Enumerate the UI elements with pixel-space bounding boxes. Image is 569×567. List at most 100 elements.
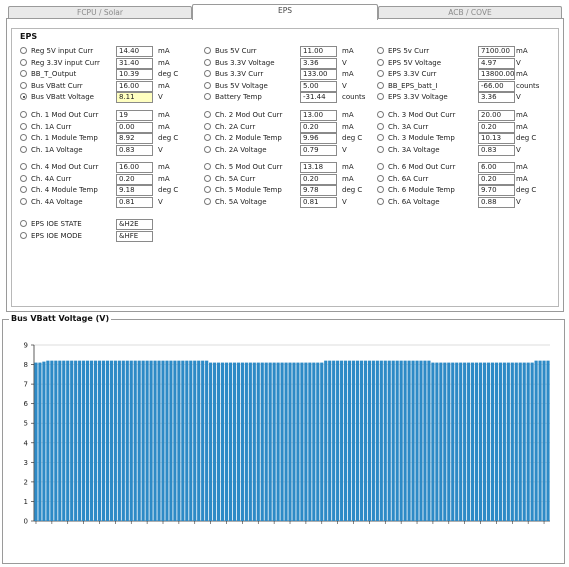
telemetry-value-field: 16.00 — [116, 162, 153, 173]
telemetry-label: Ch. 1 Module Temp — [31, 134, 98, 142]
chart-bar — [264, 362, 268, 521]
radio-button[interactable] — [20, 93, 27, 100]
telemetry-row[interactable]: Ch. 1A Voltage 0.83 V — [20, 144, 210, 156]
telemetry-row[interactable]: EPS IOE MODE &HFE — [20, 230, 210, 242]
radio-button[interactable] — [204, 70, 211, 77]
radio-button[interactable] — [204, 81, 211, 89]
telemetry-row[interactable]: Ch. 2 Module Temp 9.96 deg C — [204, 133, 394, 144]
y-tick-label: 3 — [24, 459, 28, 467]
telemetry-unit: V — [516, 58, 521, 67]
chart-bar — [224, 362, 229, 521]
telemetry-row[interactable]: Bus 3.3V Curr 133.00 mA — [204, 69, 394, 80]
telemetry-row[interactable]: Ch. 5 Module Temp 9.78 deg C — [204, 185, 394, 196]
chart-bar — [347, 360, 352, 521]
telemetry-row[interactable]: Bus 3.3V Voltage 3.36 V — [204, 57, 394, 69]
telemetry-row[interactable]: Ch. 6 Mod Out Curr 6.00 mA — [377, 162, 567, 173]
radio-button[interactable] — [377, 111, 384, 118]
radio-button[interactable] — [377, 134, 384, 141]
radio-button[interactable] — [204, 47, 211, 54]
radio-button[interactable] — [204, 134, 211, 141]
telemetry-row[interactable]: Ch. 3A Voltage 0.83 V — [377, 144, 567, 156]
telemetry-row[interactable]: EPS 5v Curr 7100.00 mA — [377, 46, 567, 57]
y-tick-label: 6 — [24, 400, 29, 408]
radio-button[interactable] — [377, 93, 384, 100]
radio-button[interactable] — [204, 145, 211, 153]
telemetry-row[interactable]: Ch. 4A Voltage 0.81 V — [20, 196, 210, 208]
telemetry-row[interactable]: Ch. 6A Curr 0.20 mA — [377, 173, 567, 185]
telemetry-label: Ch. 5A Curr — [215, 174, 256, 183]
radio-button[interactable] — [20, 174, 27, 182]
radio-button[interactable] — [20, 220, 27, 227]
radio-button[interactable] — [377, 174, 384, 182]
radio-button[interactable] — [20, 134, 27, 141]
chart-bar — [181, 360, 185, 521]
radio-button[interactable] — [377, 122, 384, 130]
radio-button[interactable] — [20, 111, 27, 118]
telemetry-row[interactable]: EPS IOE STATE &H2E — [20, 219, 210, 230]
radio-button[interactable] — [377, 186, 384, 193]
telemetry-row[interactable]: EPS 5V Voltage 4.97 V — [377, 57, 567, 69]
telemetry-row[interactable]: Ch. 6A Voltage 0.88 V — [377, 196, 567, 208]
telemetry-row[interactable]: Ch. 5A Voltage 0.81 V — [204, 196, 394, 208]
chart-bar — [121, 360, 125, 521]
telemetry-row[interactable]: Ch. 3A Curr 0.20 mA — [377, 121, 567, 133]
radio-button[interactable] — [377, 163, 384, 170]
telemetry-row[interactable]: Ch. 4 Module Temp 9.18 deg C — [20, 185, 210, 196]
radio-button[interactable] — [20, 231, 27, 239]
radio-button[interactable] — [20, 145, 27, 153]
chart-bar — [197, 360, 201, 521]
tab-eps[interactable]: EPS — [192, 4, 378, 20]
radio-button[interactable] — [20, 81, 27, 89]
telemetry-row[interactable]: Ch. 2A Voltage 0.79 V — [204, 144, 394, 156]
telemetry-row[interactable]: Bus 5V Curr 11.00 mA — [204, 46, 394, 57]
telemetry-row[interactable]: EPS 3.3V Voltage 3.36 V — [377, 92, 567, 103]
telemetry-row[interactable]: Bus VBatt Curr 16.00 mA — [20, 80, 210, 92]
telemetry-row[interactable]: BB_T_Output 10.39 deg C — [20, 69, 210, 80]
radio-button[interactable] — [20, 58, 27, 66]
radio-button[interactable] — [20, 163, 27, 170]
telemetry-row[interactable]: Ch. 6 Module Temp 9.70 deg C — [377, 185, 567, 196]
telemetry-value-field: 16.00 — [116, 80, 153, 92]
telemetry-row[interactable]: Ch. 1 Module Temp 8.92 deg C — [20, 133, 210, 144]
telemetry-row[interactable]: Reg 5V input Curr 14.40 mA — [20, 46, 210, 57]
radio-button[interactable] — [377, 47, 384, 54]
telemetry-row[interactable]: Ch. 3 Mod Out Curr 20.00 mA — [377, 110, 567, 121]
telemetry-row[interactable]: Ch. 5A Curr 0.20 mA — [204, 173, 394, 185]
telemetry-row[interactable]: Ch. 2 Mod Out Curr 13.00 mA — [204, 110, 394, 121]
radio-button[interactable] — [377, 197, 384, 205]
radio-button[interactable] — [204, 163, 211, 170]
telemetry-row[interactable]: Bus VBatt Voltage 8.11 V — [20, 92, 210, 103]
telemetry-label: Bus 3.3V Voltage — [215, 58, 275, 67]
radio-button[interactable] — [377, 145, 384, 153]
radio-button[interactable] — [204, 111, 211, 118]
radio-button[interactable] — [377, 81, 384, 89]
telemetry-row[interactable]: Ch. 2A Curr 0.20 mA — [204, 121, 394, 133]
radio-button[interactable] — [204, 197, 211, 205]
radio-button[interactable] — [20, 70, 27, 77]
radio-button[interactable] — [20, 186, 27, 193]
radio-button[interactable] — [204, 58, 211, 66]
telemetry-value-field: 0.79 — [300, 144, 337, 156]
telemetry-row[interactable]: Ch. 4A Curr 0.20 mA — [20, 173, 210, 185]
telemetry-unit: deg C — [158, 186, 179, 194]
chart-bar — [189, 360, 193, 521]
telemetry-row[interactable]: Ch. 1A Curr 0.00 mA — [20, 121, 210, 133]
radio-button[interactable] — [20, 122, 27, 130]
radio-button[interactable] — [204, 186, 211, 193]
radio-button[interactable] — [204, 174, 211, 182]
telemetry-row[interactable]: EPS 3.3V Curr 13800.00 mA — [377, 69, 567, 80]
radio-button[interactable] — [204, 122, 211, 130]
telemetry-row[interactable]: BB_EPS_batt_I -66.00 counts — [377, 80, 567, 92]
telemetry-row[interactable]: Reg 3.3V input Curr 31.40 mA — [20, 57, 210, 69]
telemetry-row[interactable]: Bus 5V Voltage 5.00 V — [204, 80, 394, 92]
telemetry-row[interactable]: Battery Temp -31.44 counts — [204, 92, 394, 103]
radio-button[interactable] — [20, 47, 27, 54]
telemetry-row[interactable]: Ch. 1 Mod Out Curr 19 mA — [20, 110, 210, 121]
telemetry-row[interactable]: Ch. 4 Mod Out Curr 16.00 mA — [20, 162, 210, 173]
radio-button[interactable] — [204, 93, 211, 100]
radio-button[interactable] — [20, 197, 27, 205]
radio-button[interactable] — [377, 58, 384, 66]
telemetry-row[interactable]: Ch. 3 Module Temp 10.13 deg C — [377, 133, 567, 144]
telemetry-row[interactable]: Ch. 5 Mod Out Curr 13.18 mA — [204, 162, 394, 173]
radio-button[interactable] — [377, 70, 384, 77]
